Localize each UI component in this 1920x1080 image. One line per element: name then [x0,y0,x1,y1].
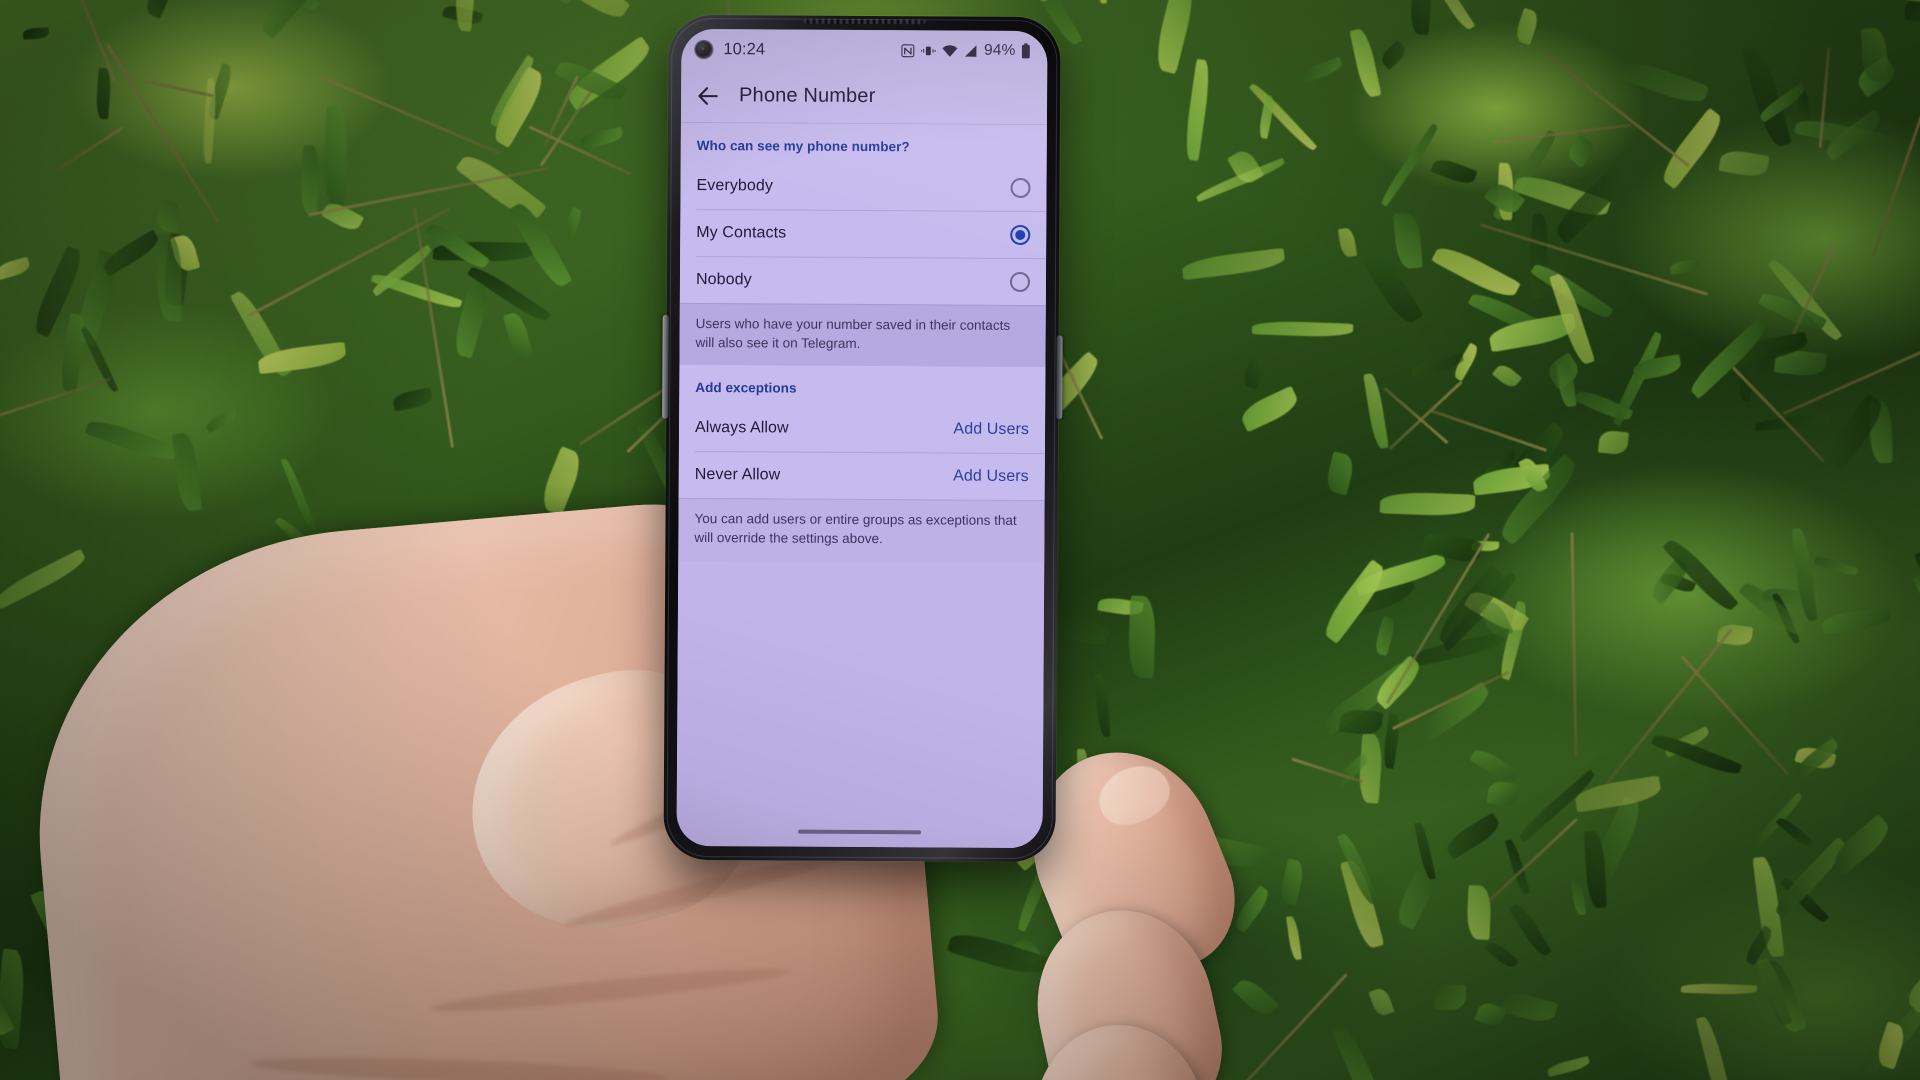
vibrate-icon [920,46,936,55]
option-label: My Contacts [696,223,787,242]
visibility-card: Who can see my phone number? Everybody M… [679,122,1047,306]
hand-holding-phone [0,320,1257,1080]
nfc-icon [901,43,915,57]
exceptions-section-header: Add exceptions [695,380,797,396]
wifi-icon [942,44,958,57]
settings-content: Who can see my phone number? Everybody M… [676,122,1047,849]
add-users-link-always-allow[interactable]: Add Users [953,420,1029,438]
exception-row-always-allow[interactable]: Always Allow Add Users [679,404,1045,453]
radio-my-contacts[interactable] [1010,224,1031,245]
status-bar: 10:24 94% [681,28,1048,72]
exception-label: Never Allow [694,465,781,484]
option-row-everybody[interactable]: Everybody [680,162,1046,211]
exceptions-card: Add exceptions Always Allow Add Users Ne… [678,365,1046,501]
page-title: Phone Number [739,84,876,108]
radio-nobody[interactable] [1009,271,1031,292]
exception-label: Always Allow [695,418,789,437]
radio-everybody[interactable] [1010,177,1031,198]
option-label: Nobody [695,270,752,288]
scene: 10:24 94% Phone Number Who can see my ph… [0,0,1920,1080]
status-bar-icons: 94% [900,41,1031,60]
exception-row-never-allow[interactable]: Never Allow Add Users [679,451,1045,500]
punch-hole-front-camera [695,40,713,58]
smartphone-frame: 10:24 94% Phone Number Who can see my ph… [662,14,1063,863]
cellular-signal-icon [964,44,977,57]
home-gesture-pill[interactable] [798,829,922,835]
option-row-nobody[interactable]: Nobody [680,256,1046,305]
exceptions-footnote: You can add users or entire groups as ex… [678,498,1045,563]
earpiece-speaker [803,18,926,25]
status-bar-clock: 10:24 [723,39,766,58]
add-users-link-never-allow[interactable]: Add Users [953,467,1029,485]
visibility-section-header: Who can see my phone number? [696,137,910,155]
power-button[interactable] [1056,335,1063,420]
app-bar: Phone Number [680,68,1048,126]
battery-icon [1021,43,1030,59]
phone-screen: 10:24 94% Phone Number Who can see my ph… [676,28,1048,849]
option-row-my-contacts[interactable]: My Contacts [680,209,1046,258]
visibility-footnote: Users who have your number saved in thei… [679,302,1046,368]
option-label: Everybody [696,176,774,194]
battery-percentage: 94% [983,41,1016,59]
back-arrow-icon[interactable] [695,82,721,108]
volume-rocker-button[interactable] [662,314,669,419]
